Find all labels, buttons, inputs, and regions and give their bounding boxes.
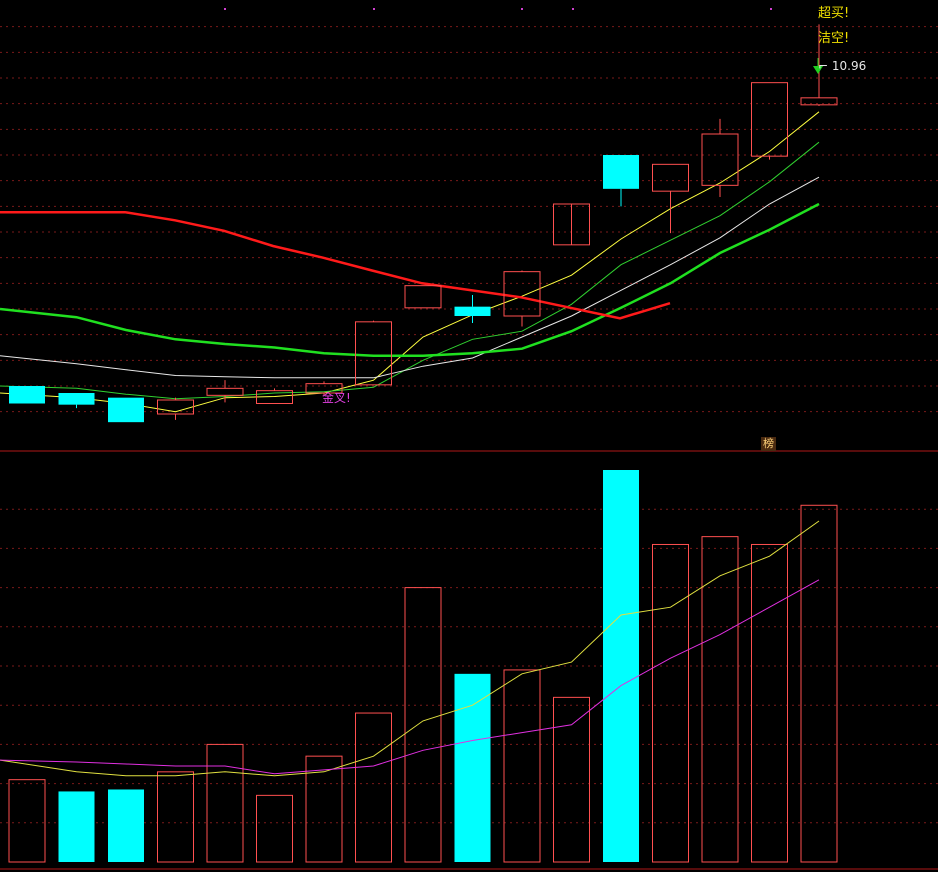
volume-ma-lines	[0, 520, 820, 777]
rank-badge: 榜	[761, 437, 776, 451]
volume-bar	[355, 712, 392, 863]
top-marker-dot	[373, 8, 375, 10]
ma-line-ma-red	[0, 210, 671, 320]
volume-bar	[701, 536, 739, 863]
candle	[751, 82, 788, 160]
candle	[701, 118, 739, 197]
high-price-value: 10.96	[831, 59, 867, 73]
ma-line-ma-yellow	[0, 111, 820, 413]
candle-body	[652, 163, 689, 192]
candle-body	[206, 387, 244, 396]
top-marker-dot	[521, 8, 523, 10]
moving-average-lines	[0, 111, 820, 413]
high-price-arrow-glyph: ⌐	[818, 59, 829, 73]
candle	[553, 203, 590, 246]
signal-label-short: 洁空!	[818, 31, 850, 46]
candle-body	[603, 155, 639, 189]
candle-body	[108, 397, 144, 423]
volume-bar	[58, 791, 95, 862]
volume-bar	[404, 587, 442, 863]
signal-label-overbought: 超买!	[818, 6, 850, 21]
volume-bar	[157, 771, 194, 863]
candle-body	[454, 306, 491, 316]
candle-body	[751, 82, 788, 157]
volume-bar	[206, 743, 244, 863]
volume-bar	[256, 794, 293, 863]
top-marker-dots	[224, 8, 772, 10]
candle-body	[58, 393, 95, 405]
candle	[652, 163, 689, 234]
volume-bar	[8, 779, 46, 863]
candle	[603, 155, 639, 207]
candle	[58, 393, 95, 409]
top-marker-dot	[572, 8, 574, 10]
volume-bar	[503, 669, 541, 863]
volume-bar	[751, 543, 788, 863]
volume-bar	[108, 789, 144, 862]
high-price-label: ⌐ 10.96	[818, 59, 866, 73]
top-marker-dot	[224, 8, 226, 10]
candle-body	[701, 133, 739, 186]
top-marker-dot	[770, 8, 772, 10]
volume-ma-short-line	[0, 520, 820, 777]
candle	[157, 397, 194, 420]
candle	[108, 397, 144, 423]
volume-bar	[454, 673, 491, 862]
candle-body	[800, 97, 838, 106]
candle-body	[9, 386, 45, 404]
ma-line-ma-white	[0, 176, 820, 379]
golden-cross-marker: 金叉!	[322, 391, 351, 405]
candlestick-series	[9, 24, 838, 423]
candle	[9, 386, 45, 404]
volume-bar	[553, 696, 590, 863]
candle-body	[404, 285, 442, 309]
volume-bar	[652, 543, 689, 863]
candle	[454, 295, 491, 323]
volume-bar	[800, 504, 838, 863]
candle	[206, 380, 244, 403]
volume-bar	[603, 470, 639, 862]
stock-chart	[0, 8, 938, 870]
candle-body	[355, 321, 392, 386]
candle	[404, 285, 442, 309]
